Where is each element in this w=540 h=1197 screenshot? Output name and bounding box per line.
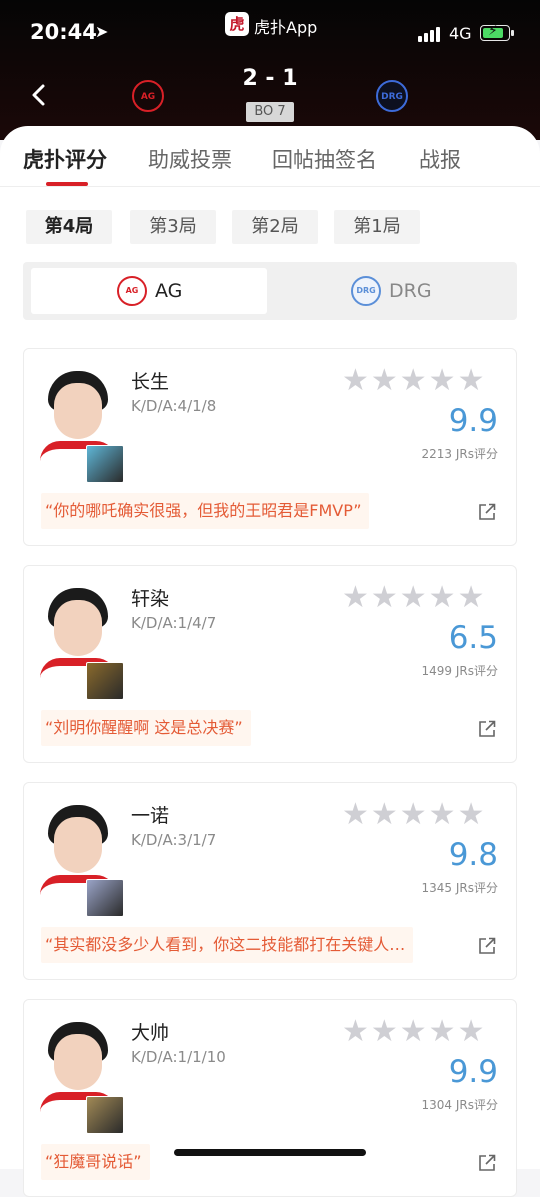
share-icon[interactable] bbox=[478, 937, 496, 955]
star-rating-input[interactable]: ★★★★★ bbox=[342, 580, 486, 615]
star-rating-input[interactable]: ★★★★★ bbox=[342, 1014, 486, 1049]
hero-icon bbox=[86, 1096, 124, 1134]
home-indicator[interactable] bbox=[174, 1149, 366, 1156]
tab-report[interactable]: 战报 bbox=[419, 144, 461, 174]
ag-logo-icon: AG bbox=[117, 276, 147, 306]
content-panel: 虎扑评分 助威投票 回帖抽签名 战报 第4局 第3局 第2局 第1局 AG AG… bbox=[0, 126, 540, 1197]
player-rating: 9.8 bbox=[448, 837, 498, 873]
player-rating: 9.9 bbox=[448, 1054, 498, 1090]
team-ag-label: AG bbox=[155, 280, 183, 302]
star-rating-input[interactable]: ★★★★★ bbox=[342, 797, 486, 832]
match-score: 2 - 1 bbox=[242, 66, 298, 91]
app-name: 虎扑App bbox=[254, 18, 318, 37]
tab-cheer-vote[interactable]: 助威投票 bbox=[148, 144, 232, 174]
player-rating: 9.9 bbox=[448, 403, 498, 439]
team-drg-logo[interactable]: DRG bbox=[376, 80, 408, 112]
player-card[interactable]: 一诺 K/D/A:3/1/7 ★★★★★ 9.8 1345 JRs评分 “其实都没多少人看… bbox=[23, 782, 517, 980]
player-name: 长生 bbox=[131, 371, 170, 393]
vote-count: 2213 JRs评分 bbox=[421, 447, 498, 461]
player-rating: 6.5 bbox=[448, 620, 498, 656]
team-drg-label: DRG bbox=[389, 280, 432, 302]
player-kda: K/D/A:1/1/10 bbox=[131, 1048, 226, 1066]
vote-count: 1304 JRs评分 bbox=[421, 1098, 498, 1112]
signal-icon bbox=[418, 26, 444, 42]
share-icon[interactable] bbox=[478, 720, 496, 738]
match-header: 20:44 ➤ 虎 虎扑App 4G ⚡ AG 2 - 1 BO 7 DRG bbox=[0, 0, 540, 140]
drg-logo-icon: DRG bbox=[351, 276, 381, 306]
player-card[interactable]: 轩染 K/D/A:1/4/7 ★★★★★ 6.5 1499 JRs评分 “刘明你醒醒啊 这… bbox=[23, 565, 517, 763]
player-name: 一诺 bbox=[131, 805, 170, 827]
top-comment[interactable]: “刘明你醒醒啊 这是总决赛” bbox=[41, 710, 251, 746]
player-name: 轩染 bbox=[131, 588, 170, 610]
hupu-app-icon: 虎 bbox=[225, 12, 249, 36]
player-card[interactable]: 长生 K/D/A:4/1/8 ★★★★★ 9.9 2213 JRs评分 “你的哪吒确实很强… bbox=[23, 348, 517, 546]
game-3-button[interactable]: 第3局 bbox=[130, 210, 216, 244]
network-type: 4G bbox=[449, 24, 472, 43]
vote-count: 1499 JRs评分 bbox=[421, 664, 498, 678]
hero-icon bbox=[86, 445, 124, 483]
player-kda: K/D/A:3/1/7 bbox=[131, 831, 217, 849]
top-comment[interactable]: “其实都没多少人看到，你这二技能都打在关键人… bbox=[41, 927, 414, 963]
status-time: 20:44 bbox=[30, 20, 97, 44]
top-comment[interactable]: “你的哪吒确实很强，但我的王昭君是FMVP” bbox=[41, 493, 370, 529]
team-ag-option[interactable]: AG AG bbox=[31, 268, 267, 314]
share-icon[interactable] bbox=[478, 1154, 496, 1172]
player-name: 大帅 bbox=[131, 1022, 170, 1044]
battery-icon: ⚡ bbox=[480, 23, 514, 41]
share-icon[interactable] bbox=[478, 503, 496, 521]
location-arrow-icon: ➤ bbox=[95, 22, 109, 41]
status-bar: 20:44 ➤ 虎 虎扑App 4G ⚡ bbox=[0, 0, 540, 60]
hero-icon bbox=[86, 879, 124, 917]
tab-bar: 虎扑评分 助威投票 回帖抽签名 战报 bbox=[0, 126, 540, 187]
vote-count: 1345 JRs评分 bbox=[421, 881, 498, 895]
active-tab-indicator bbox=[46, 182, 88, 186]
tab-rating[interactable]: 虎扑评分 bbox=[23, 144, 107, 174]
team-switcher: AG AG DRG DRG bbox=[23, 262, 517, 320]
top-comment[interactable]: “狂魔哥说话” bbox=[41, 1144, 150, 1180]
bo-badge: BO 7 bbox=[246, 102, 294, 122]
player-kda: K/D/A:4/1/8 bbox=[131, 397, 217, 415]
hero-icon bbox=[86, 662, 124, 700]
game-4-button[interactable]: 第4局 bbox=[26, 210, 112, 244]
player-card[interactable]: 大帅 K/D/A:1/1/10 ★★★★★ 9.9 1304 JRs评分 “狂魔哥说话” bbox=[23, 999, 517, 1197]
player-kda: K/D/A:1/4/7 bbox=[131, 614, 217, 632]
game-2-button[interactable]: 第2局 bbox=[232, 210, 318, 244]
tab-signature-draw[interactable]: 回帖抽签名 bbox=[272, 144, 377, 174]
team-drg-option[interactable]: DRG DRG bbox=[273, 268, 509, 314]
game-1-button[interactable]: 第1局 bbox=[334, 210, 420, 244]
star-rating-input[interactable]: ★★★★★ bbox=[342, 363, 486, 398]
